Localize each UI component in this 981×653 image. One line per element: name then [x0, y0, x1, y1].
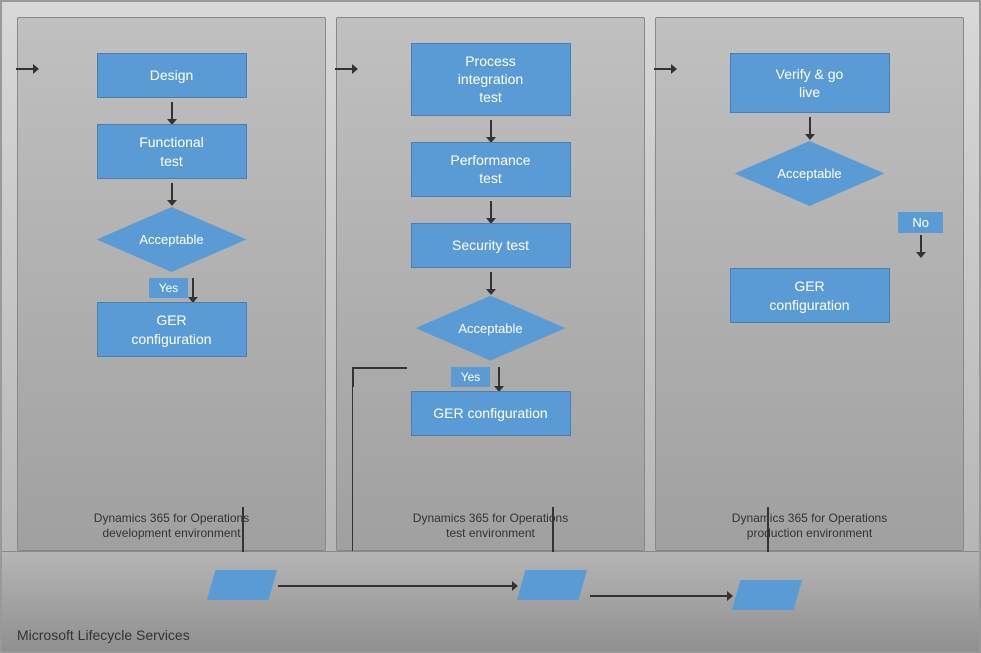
process-integration-box: Processintegrationtest [411, 43, 571, 116]
col3-flow: Verify & golive Acceptable No [666, 33, 953, 323]
arrow3 [490, 120, 492, 138]
design-box: Design [97, 53, 247, 98]
col3-label: Dynamics 365 for Operationsproduction en… [656, 511, 963, 542]
security-test-box: Security test [411, 223, 571, 268]
performance-test-box: Performancetest [411, 142, 571, 197]
lcs-parallelogram-3 [732, 580, 802, 610]
arrow2 [171, 183, 173, 201]
col2-ger-box: GER configuration [411, 391, 571, 436]
diagram-container: Design Functional test Acceptable Yes GE… [0, 0, 981, 653]
col1-acceptable-diamond: Acceptable [97, 207, 247, 272]
col2-label: Dynamics 365 for Operationstest environm… [337, 511, 644, 542]
col1-yes-label: Yes [149, 278, 189, 298]
col1-panel: Design Functional test Acceptable Yes GE… [17, 17, 326, 551]
arrow5 [490, 272, 492, 290]
col1-label: Dynamics 365 for Operationsdevelopment e… [18, 511, 325, 542]
lcs-area: Microsoft Lifecycle Services [2, 551, 979, 651]
col3-no-label: No [898, 212, 943, 233]
col2-flow: Processintegrationtest Performancetest S… [347, 33, 634, 436]
lcs-parallelogram-1 [207, 570, 277, 600]
col3-ger-box: GERconfiguration [730, 268, 890, 323]
arrow6 [809, 117, 811, 135]
col2-acceptable-diamond: Acceptable [416, 296, 566, 361]
col1-flow: Design Functional test Acceptable Yes GE… [28, 33, 315, 357]
verify-go-live-box: Verify & golive [730, 53, 890, 113]
col3-panel: Verify & golive Acceptable No [655, 17, 964, 551]
col1-ger-box: GER configuration [97, 302, 247, 357]
arrow1 [171, 102, 173, 120]
lcs-label: Microsoft Lifecycle Services [17, 627, 190, 643]
col3-acceptable-diamond: Acceptable [735, 141, 885, 206]
arrow4 [490, 201, 492, 219]
lcs-parallelogram-2 [517, 570, 587, 600]
col2-panel: Processintegrationtest Performancetest S… [336, 17, 645, 551]
main-flow-area: Design Functional test Acceptable Yes GE… [2, 2, 979, 551]
col2-yes-label: Yes [451, 367, 491, 387]
functional-test-box: Functional test [97, 124, 247, 179]
